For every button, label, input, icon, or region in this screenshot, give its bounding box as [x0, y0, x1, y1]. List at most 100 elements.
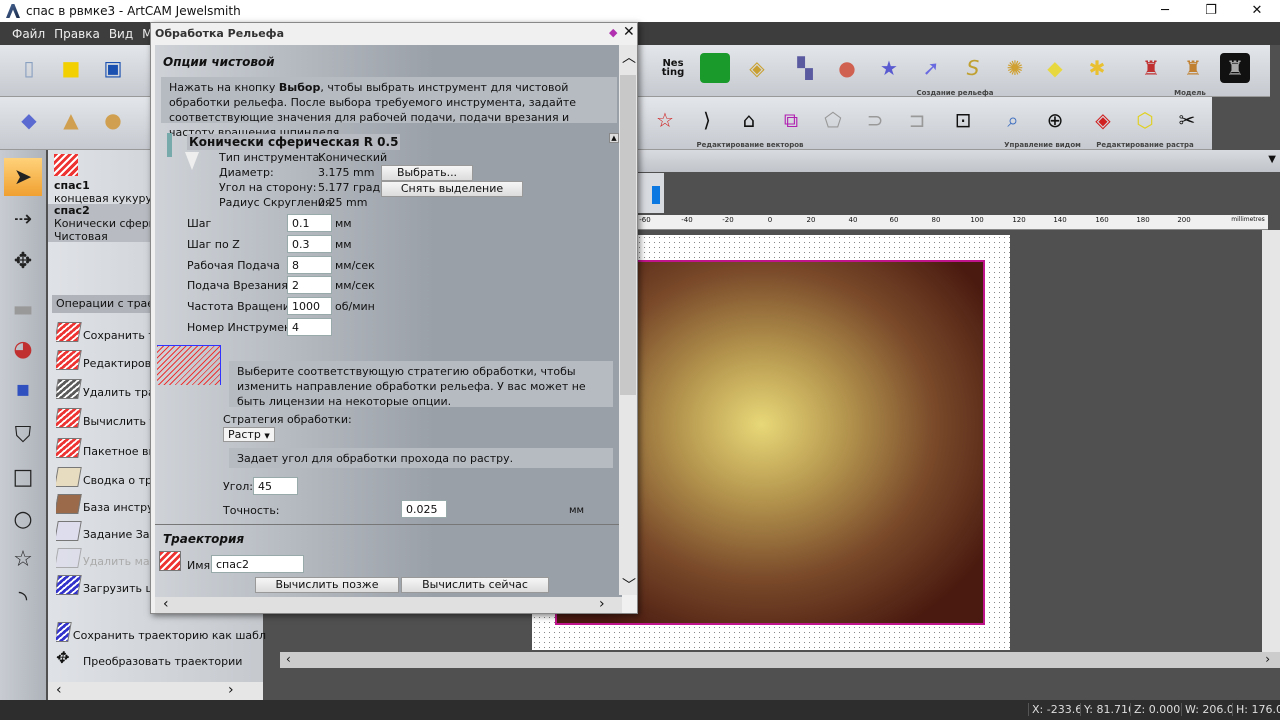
material-setup-icon — [56, 521, 82, 541]
calculate-now-button[interactable]: Вычислить сейчас — [401, 577, 549, 593]
sweep-s-icon[interactable]: S — [958, 53, 988, 83]
transform-icon[interactable]: ✥ — [4, 242, 42, 280]
eraser-icon[interactable]: ▬ — [4, 290, 42, 328]
feed-rate-input[interactable]: 8 — [287, 256, 332, 274]
status-y: Y: 81.716 — [1080, 703, 1130, 716]
curve-icon[interactable]: ⊃ — [860, 105, 890, 135]
relief-merge-icon[interactable]: ● — [98, 105, 128, 135]
strategy-select[interactable]: Растр ▼ — [223, 427, 275, 442]
group-label-view: Управление видом — [1004, 141, 1081, 149]
toolpath-name-input[interactable]: спас2 — [211, 555, 304, 573]
relief-add-icon[interactable]: ▲ — [56, 105, 86, 135]
canvas-horizontal-scrollbar[interactable]: ‹ › — [280, 652, 1280, 668]
face-relief-icon[interactable]: ◆ — [1040, 53, 1070, 83]
fit-icon[interactable]: ⊡ — [948, 105, 978, 135]
paste-relief-icon[interactable]: ✱ — [1082, 53, 1112, 83]
star-relief-icon[interactable]: ★ — [874, 53, 904, 83]
raster-color-icon[interactable]: ◈ — [1088, 105, 1118, 135]
menu-view[interactable]: Вид — [109, 27, 133, 41]
scroll-down-icon[interactable]: ﹀ — [622, 575, 636, 595]
toolpath-name[interactable]: спас2 — [54, 204, 90, 217]
panel-horizontal-scrollbar[interactable]: ‹ › — [48, 682, 263, 700]
model-bear-red-icon[interactable]: ♜ — [1136, 53, 1166, 83]
zoom-view-icon[interactable]: ⌕ — [998, 105, 1028, 135]
strategy-label: Стратегия обработки: — [223, 413, 352, 426]
polyline-icon[interactable]: ⛉ — [4, 416, 42, 454]
open-folder-icon[interactable]: ■ — [56, 53, 86, 83]
text-relief-icon[interactable] — [700, 53, 730, 83]
scroll-right-icon[interactable]: › — [599, 597, 605, 611]
raster-scissors-icon[interactable]: ✂ — [1172, 105, 1202, 135]
scroll-left-icon[interactable]: ‹ — [163, 596, 169, 612]
name-label: Имя: — [187, 559, 214, 572]
transform-toolpath-icon: ✥ — [56, 648, 72, 667]
collapse-icon[interactable]: ▲ — [609, 133, 619, 143]
weave-icon[interactable]: ✺ — [1000, 53, 1030, 83]
maximize-button[interactable]: ❐ — [1188, 0, 1234, 22]
model-bear-icon[interactable]: ♜ — [1178, 53, 1208, 83]
ruler-tick: -20 — [722, 216, 734, 224]
calculate-later-button[interactable]: Вычислить позже — [255, 577, 399, 593]
select-arrow-icon[interactable]: ➤ — [4, 158, 42, 196]
node-select-icon[interactable]: ⇢ — [4, 200, 42, 238]
tolerance-input[interactable]: 0.025 — [401, 500, 447, 518]
tool-number-input[interactable]: 4 — [287, 318, 332, 336]
nesting-icon[interactable]: Nes ting — [658, 53, 688, 83]
angle-info: Задает угол для обработки прохода по рас… — [229, 448, 613, 468]
star-wave-icon[interactable]: ☆ — [650, 105, 680, 135]
pin-icon[interactable]: ◆ — [609, 26, 617, 39]
op-transform-toolpaths[interactable]: ✥ Преобразовать траектории — [56, 644, 256, 668]
deselect-tool-button[interactable]: Снять выделение — [381, 181, 523, 197]
slider-thumb[interactable] — [652, 186, 660, 204]
shape-relief-icon[interactable]: ▚ — [790, 53, 820, 83]
scroll-up-icon[interactable]: ︿ — [622, 47, 636, 67]
canvas-vertical-scrollbar[interactable] — [1262, 230, 1280, 652]
arc-icon[interactable]: ◝ — [4, 580, 42, 618]
globe-view-icon[interactable]: ⊕ — [1040, 105, 1070, 135]
save-icon[interactable]: ▣ — [98, 53, 128, 83]
new-file-icon[interactable]: ▯ — [14, 53, 44, 83]
tolerance-label: Точность: — [223, 504, 280, 517]
toolpath-name[interactable]: спас1 — [54, 179, 90, 192]
tool-name: Конически сферическая R 0.5 — [187, 134, 401, 150]
node-edit-icon[interactable]: ⟩ — [692, 105, 722, 135]
delete-material-icon — [56, 548, 82, 568]
model-bear-grayscale-icon[interactable]: ♜ — [1220, 53, 1250, 83]
dialog-vertical-scrollbar[interactable]: ︿ ﹀ — [619, 45, 637, 595]
stepover-input[interactable]: 0.1 — [287, 214, 332, 232]
dropdown-arrow-icon[interactable]: ▼ — [1268, 154, 1276, 165]
op-save-template[interactable]: Сохранить траекторию как шабл — [56, 618, 266, 642]
spindle-speed-input[interactable]: 1000 — [287, 297, 332, 315]
dialog-horizontal-scrollbar[interactable]: ‹ › — [155, 597, 622, 613]
tip-radius-value: 0.25 mm — [318, 196, 368, 209]
stepdown-input[interactable]: 0.3 — [287, 235, 332, 253]
menu-file[interactable]: Файл — [12, 27, 45, 41]
raster-strategy-icon — [157, 345, 221, 385]
finishing-info: Нажать на кнопку Выбор, чтобы выбрать ин… — [161, 77, 617, 139]
raster-angle-input[interactable]: 45 — [253, 477, 298, 495]
overlap-icon[interactable]: ⧉ — [776, 105, 806, 135]
paint-icon[interactable]: ◕ — [4, 330, 42, 368]
dialog-close-icon[interactable]: ✕ — [623, 24, 635, 40]
view-slider[interactable] — [638, 173, 664, 213]
op-label: Сохранить траекторию как шабл — [72, 629, 266, 642]
close-button[interactable]: ✕ — [1234, 0, 1280, 22]
shape-edit-icon[interactable]: ⬠ — [818, 105, 848, 135]
petal-icon[interactable]: ● — [832, 53, 862, 83]
side-angle-value: 5.177 град. — [318, 181, 384, 194]
menu-edit[interactable]: Правка — [54, 27, 100, 41]
select-tool-button[interactable]: Выбрать... — [381, 165, 473, 181]
extrude-icon[interactable]: ➚ — [916, 53, 946, 83]
raster-outline-icon[interactable]: ⬡ — [1130, 105, 1160, 135]
plunge-rate-input[interactable]: 2 — [287, 276, 332, 294]
scroll-thumb[interactable] — [620, 75, 636, 395]
star-icon[interactable]: ☆ — [4, 540, 42, 578]
rectangle-icon[interactable]: □ — [4, 458, 42, 496]
emboss-icon[interactable]: ◈ — [742, 53, 772, 83]
offset-icon[interactable]: ⊐ — [902, 105, 932, 135]
mirror-icon[interactable]: ⌂ — [734, 105, 764, 135]
minimize-button[interactable]: ─ — [1142, 0, 1188, 22]
measure-icon[interactable]: ▪ — [4, 370, 42, 408]
circle-icon[interactable]: ○ — [4, 500, 42, 538]
plane-icon[interactable]: ◆ — [14, 105, 44, 135]
